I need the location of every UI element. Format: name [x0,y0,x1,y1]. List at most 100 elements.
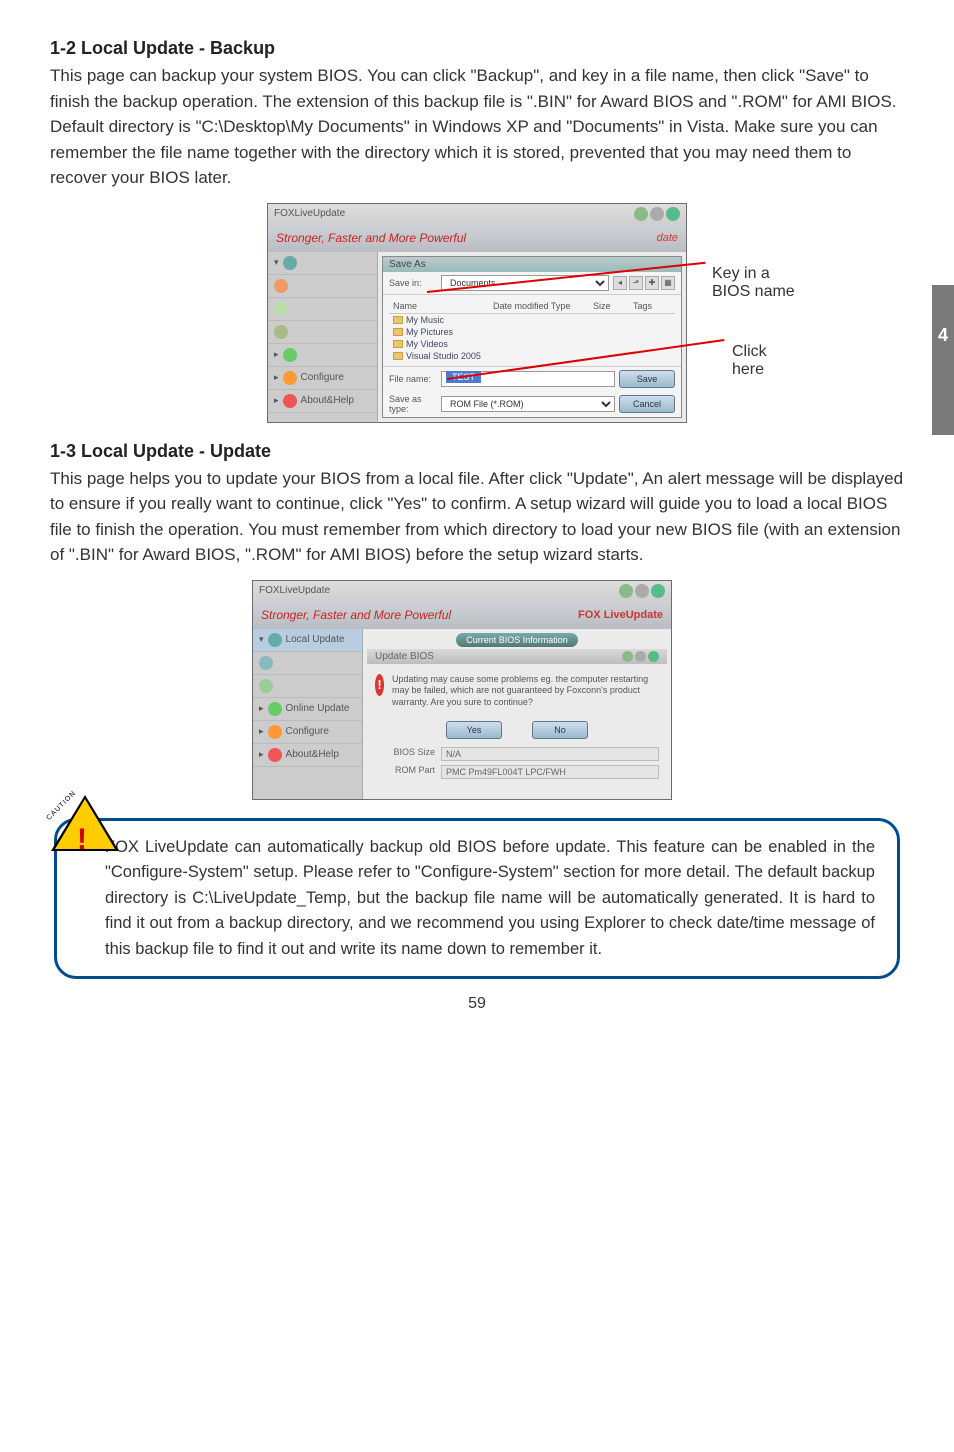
list-item-label: My Videos [406,339,448,349]
section-1-body: This page can backup your system BIOS. Y… [50,63,904,191]
no-button[interactable]: No [532,721,588,739]
chevron-right-icon: ▸ [274,349,279,360]
nav-sub-1[interactable] [253,652,362,675]
view-icon[interactable]: ▦ [661,276,675,290]
sub-icon [259,679,273,693]
app-window-saveas: FOXLiveUpdate Stronger, Faster and More … [267,203,687,423]
close-icon[interactable] [666,207,680,221]
maximize-icon[interactable] [635,584,649,598]
nav-configure-label: Configure [301,372,344,383]
col-name[interactable]: Name [389,299,489,313]
info-icon [283,394,297,408]
side-tab: 4 [932,285,954,435]
chevron-right-icon: ▸ [274,372,279,383]
side-tab-number: 4 [938,325,948,346]
banner-right: date [657,232,678,244]
banner: Stronger, Faster and More Powerful FOX L… [253,601,671,629]
backup-icon [274,279,288,293]
nav-sub-2[interactable] [253,675,362,698]
nav-online[interactable]: ▸ [268,344,377,367]
bios-size-row: BIOS Size N/A [367,745,667,763]
filename-input[interactable]: TEST [441,371,615,387]
close-icon[interactable] [648,651,659,662]
nav-configure[interactable]: ▸ Configure [253,721,362,744]
globe-icon [283,348,297,362]
globe-icon [268,702,282,716]
savein-label: Save in: [389,278,437,288]
back-icon[interactable]: ◂ [613,276,627,290]
folder-icon [393,328,403,336]
maximize-icon[interactable] [635,651,646,662]
info-bar: Current BIOS Information [456,633,578,647]
list-item[interactable]: My Pictures [389,326,675,338]
nav-blank-4[interactable] [268,321,377,344]
chevron-right-icon: ▸ [259,726,264,737]
update-icon [274,302,288,316]
col-date[interactable]: Date modified Type [489,299,589,313]
nav-blank-3[interactable] [268,298,377,321]
gear-icon [283,371,297,385]
yes-button[interactable]: Yes [446,721,502,739]
list-item[interactable]: My Music [389,314,675,326]
exclamation-icon: ! [77,817,87,864]
nav-configure-label: Configure [286,726,329,737]
close-icon[interactable] [651,584,665,598]
newfolder-icon[interactable]: ✚ [645,276,659,290]
left-nav: ▾Local Update ▸Online Update ▸Configure … [253,629,363,799]
local-icon [268,633,282,647]
filename-label: File name: [389,374,437,384]
up-icon[interactable]: ⬏ [629,276,643,290]
bios-size-label: BIOS Size [375,747,435,761]
annotation-key-label: Key in a BIOS name [712,265,797,301]
caution-badge: CAUTION ! [51,795,119,855]
chevron-right-icon: ▸ [274,395,279,406]
rom-part-label: ROM Part [375,765,435,779]
list-item-label: My Pictures [406,327,453,337]
gear-icon [268,725,282,739]
col-tags[interactable]: Tags [629,299,675,313]
sub-tab-label: Update BIOS [375,651,434,662]
folder-icon [393,340,403,348]
nav-configure[interactable]: ▸ Configure [268,367,377,390]
local-icon [283,256,297,270]
file-list-header: Name Date modified Type Size Tags [389,299,675,314]
annotation-click-label: Click here [732,343,797,379]
nav-local-update[interactable]: ▾Local Update [253,629,362,652]
titlebar-buttons [619,584,665,598]
savetype-select[interactable]: ROM File (*.ROM) [441,396,615,412]
window-title: FOXLiveUpdate [259,585,330,596]
banner: Stronger, Faster and More Powerful date [268,224,686,252]
titlebar: FOXLiveUpdate [268,204,686,224]
nav-about-label: About&Help [301,395,354,406]
list-item[interactable]: My Videos [389,338,675,350]
warning-icon: ! [375,674,384,696]
nav-about[interactable]: ▸About&Help [253,744,362,767]
sub-tab: Update BIOS [367,649,667,664]
main-pane: Save As Save in: Documents ◂ ⬏ ✚ ▦ [378,252,686,422]
minimize-icon[interactable] [622,651,633,662]
nav-blank-2[interactable] [268,275,377,298]
rom-part-value: PMC Pm49FL004T LPC/FWH [441,765,659,779]
maximize-icon[interactable] [650,207,664,221]
nav-blank-1[interactable]: ▾ [268,252,377,275]
message-box: ! Updating may cause some problems eg. t… [367,664,667,715]
nav-about[interactable]: ▸ About&Help [268,390,377,413]
chevron-down-icon: ▾ [274,257,279,268]
list-item-label: Visual Studio 2005 [406,351,481,361]
list-item-label: My Music [406,315,444,325]
save-button[interactable]: Save [619,370,675,388]
minimize-icon[interactable] [619,584,633,598]
col-size[interactable]: Size [589,299,629,313]
minimize-icon[interactable] [634,207,648,221]
nav-online-label: Online Update [286,703,350,714]
main-pane: Current BIOS Information Update BIOS ! U… [363,629,671,799]
app-window-update: FOXLiveUpdate Stronger, Faster and More … [252,580,672,800]
caution-box: CAUTION ! FOX LiveUpdate can automatical… [54,818,900,980]
nav-online-update[interactable]: ▸Online Update [253,698,362,721]
sub-tab-buttons [622,651,659,662]
window-title: FOXLiveUpdate [274,208,345,219]
titlebar-buttons [634,207,680,221]
rom-icon [274,325,288,339]
cancel-button[interactable]: Cancel [619,395,675,413]
caution-text: FOX LiveUpdate can automatically backup … [105,838,875,958]
